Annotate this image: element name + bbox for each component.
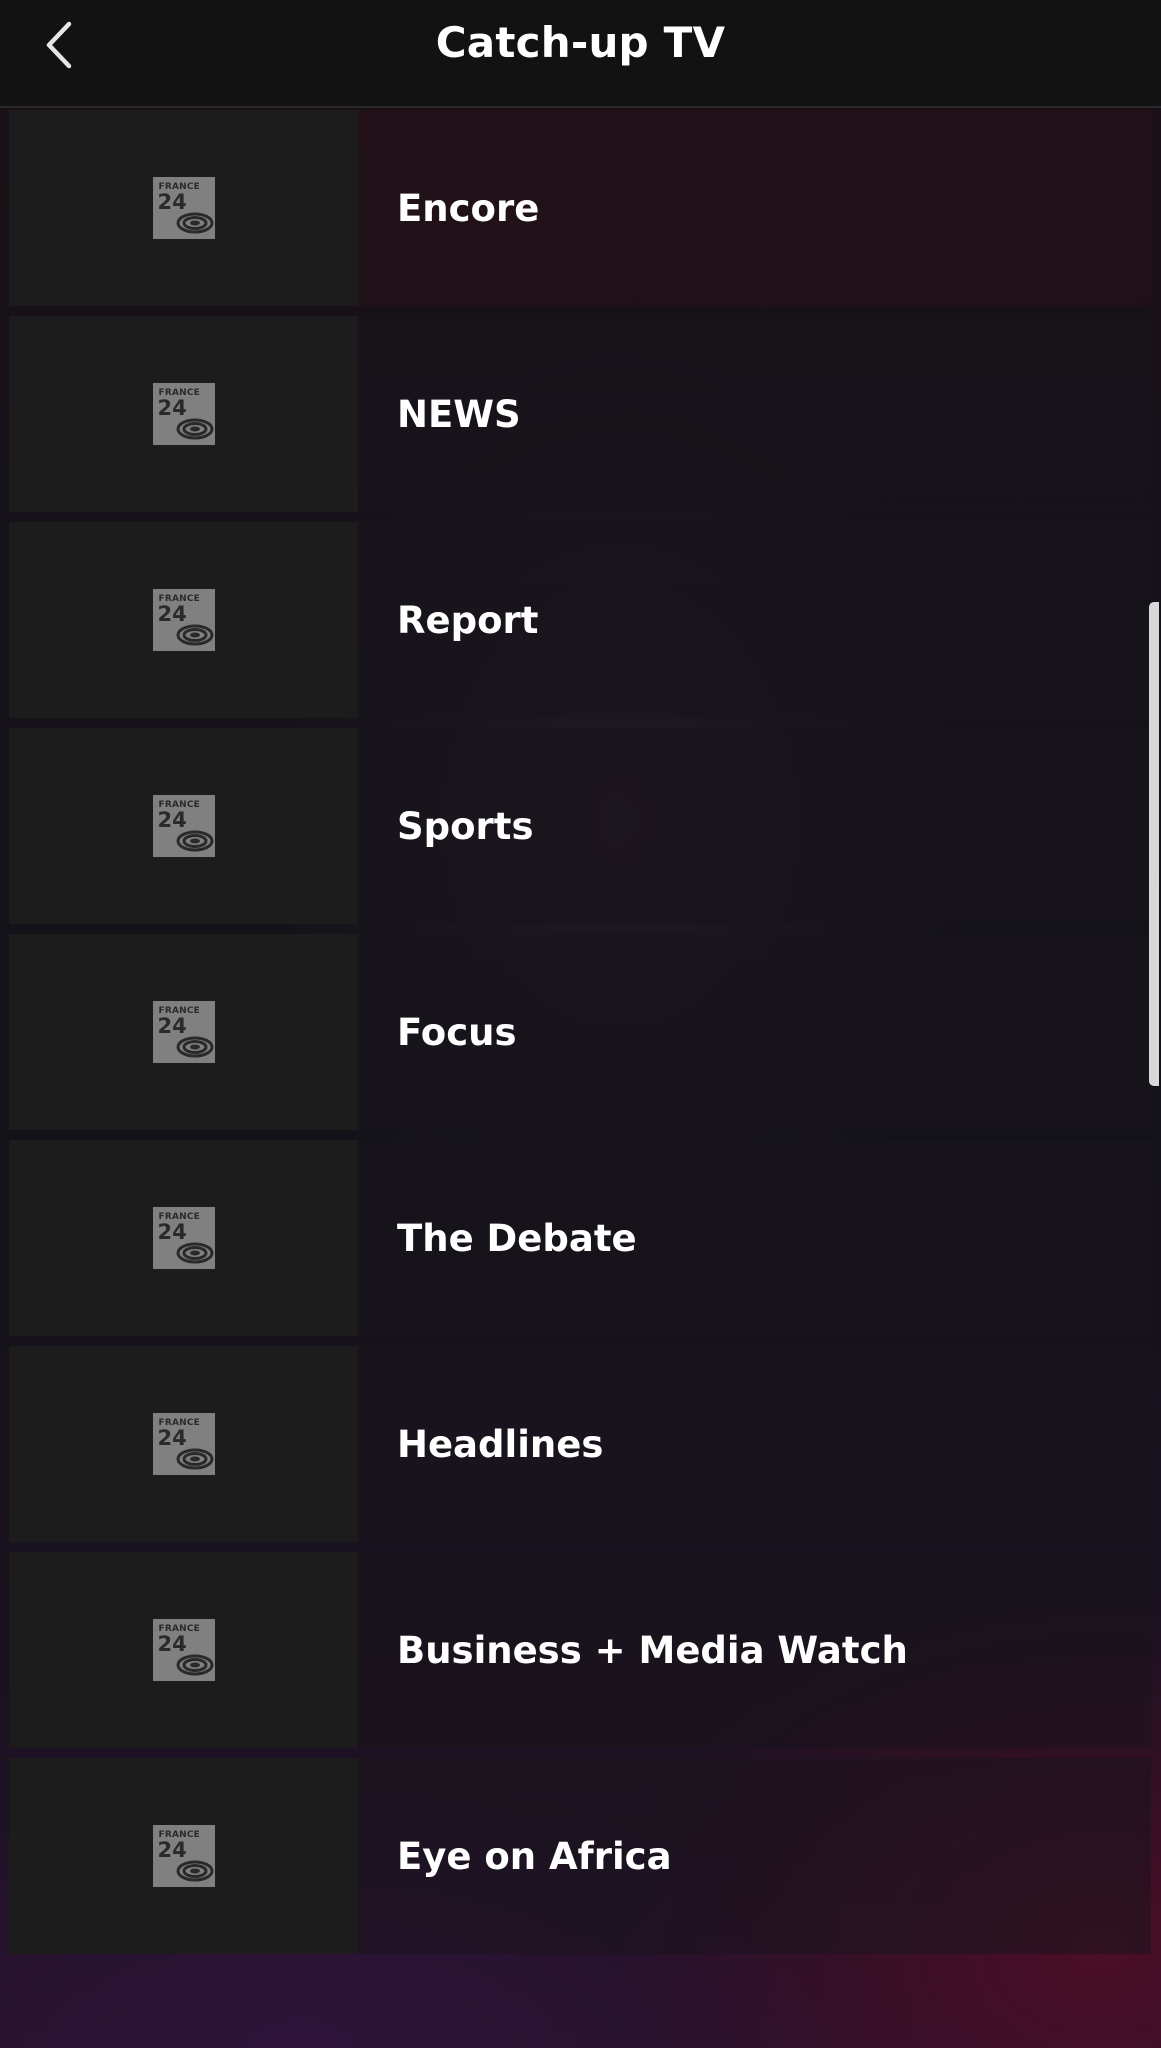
program-item-headlines[interactable]: FRANCE 24 Headlines: [9, 1346, 1151, 1542]
france24-logo-icon: FRANCE 24: [152, 383, 215, 445]
program-title: Business + Media Watch: [397, 1628, 908, 1672]
program-thumbnail: FRANCE 24: [9, 1140, 358, 1336]
logo-rings-icon: [176, 1860, 213, 1882]
france24-logo-icon: FRANCE 24: [152, 795, 215, 857]
program-thumbnail: FRANCE 24: [9, 1552, 358, 1748]
logo-rings-icon: [176, 1448, 213, 1470]
program-thumbnail: FRANCE 24: [9, 1346, 358, 1542]
program-item-business-media-watch[interactable]: FRANCE 24 Business + Media Watch: [9, 1552, 1151, 1748]
program-thumbnail: FRANCE 24: [9, 316, 358, 512]
program-title: Headlines: [397, 1422, 604, 1466]
logo-rings-icon: [176, 418, 213, 440]
program-title: Sports: [397, 804, 534, 848]
logo-rings-icon: [176, 1242, 213, 1264]
program-title: Report: [397, 598, 539, 642]
program-item-news[interactable]: FRANCE 24 NEWS: [9, 316, 1151, 512]
scrollbar[interactable]: [1149, 602, 1159, 1086]
program-title: Eye on Africa: [397, 1834, 672, 1878]
program-title: NEWS: [397, 392, 521, 436]
logo-rings-icon: [176, 1036, 213, 1058]
france24-logo-icon: FRANCE 24: [152, 1413, 215, 1475]
program-item-focus[interactable]: FRANCE 24 Focus: [9, 934, 1151, 1130]
program-thumbnail: FRANCE 24: [9, 1758, 358, 1954]
program-thumbnail: FRANCE 24: [9, 110, 358, 306]
logo-rings-icon: [176, 624, 213, 646]
program-thumbnail: FRANCE 24: [9, 728, 358, 924]
france24-logo-icon: FRANCE 24: [152, 177, 215, 239]
france24-logo-icon: FRANCE 24: [152, 589, 215, 651]
program-title: Encore: [397, 186, 540, 230]
france24-logo-icon: FRANCE 24: [152, 1619, 215, 1681]
program-item-sports[interactable]: FRANCE 24 Sports: [9, 728, 1151, 924]
france24-logo-icon: FRANCE 24: [152, 1207, 215, 1269]
program-title: Focus: [397, 1010, 517, 1054]
logo-rings-icon: [176, 212, 213, 234]
program-list: FRANCE 24 Encore FRANCE 24 NEWS FRANCE 2…: [9, 110, 1151, 1964]
top-app-bar: Catch-up TV: [0, 0, 1161, 108]
program-item-the-debate[interactable]: FRANCE 24 The Debate: [9, 1140, 1151, 1336]
program-item-report[interactable]: FRANCE 24 Report: [9, 522, 1151, 718]
program-item-encore[interactable]: FRANCE 24 Encore: [9, 110, 1151, 306]
france24-logo-icon: FRANCE 24: [152, 1825, 215, 1887]
france24-logo-icon: FRANCE 24: [152, 1001, 215, 1063]
program-title: The Debate: [397, 1216, 637, 1260]
logo-rings-icon: [176, 830, 213, 852]
program-thumbnail: FRANCE 24: [9, 934, 358, 1130]
logo-rings-icon: [176, 1654, 213, 1676]
program-item-eye-on-africa[interactable]: FRANCE 24 Eye on Africa: [9, 1758, 1151, 1954]
program-thumbnail: FRANCE 24: [9, 522, 358, 718]
page-title: Catch-up TV: [435, 18, 726, 67]
